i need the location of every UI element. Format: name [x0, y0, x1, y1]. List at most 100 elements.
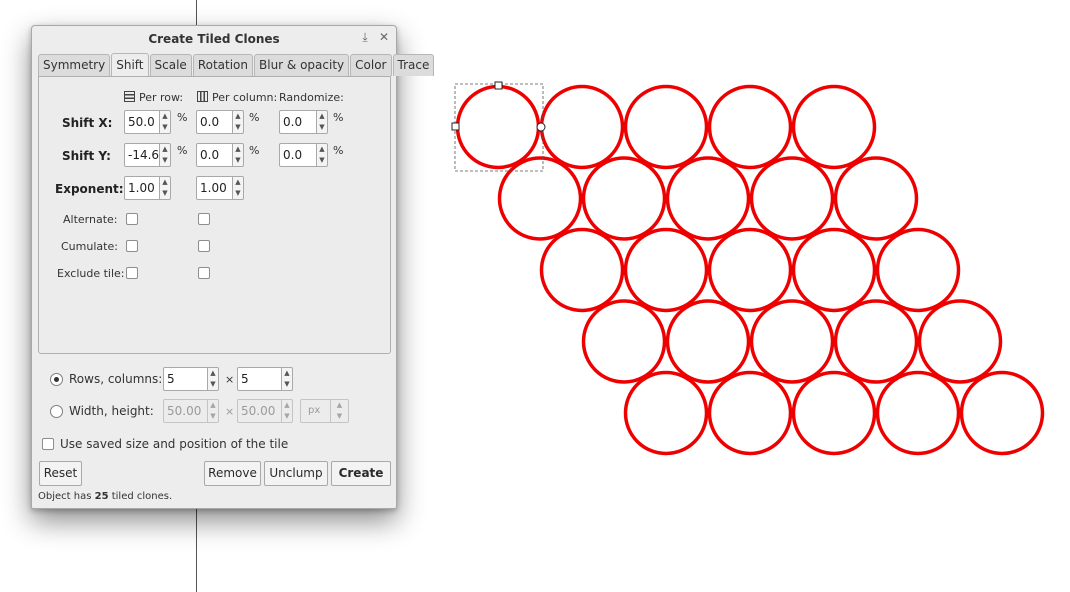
tab-color[interactable]: Color [350, 54, 392, 76]
tiled-clone-circle[interactable] [707, 370, 793, 456]
tab-rotation[interactable]: Rotation [192, 54, 253, 76]
spinner-arrows-icon[interactable]: ▲ ▼ [208, 367, 219, 391]
original-circle[interactable] [455, 84, 541, 170]
unclump-button[interactable]: Unclump [264, 461, 328, 486]
width-height-radio[interactable] [50, 405, 63, 418]
alternate-per-column-checkbox[interactable] [198, 213, 210, 225]
spinner-arrows-icon[interactable]: ▲ ▼ [282, 367, 293, 391]
shift-y-randomize-input[interactable]: 0.0 [279, 143, 317, 167]
tiled-clone-circle[interactable] [833, 156, 919, 241]
tab-bar: Symmetry Shift Scale Rotation Blur & opa… [38, 53, 435, 77]
tiled-clone-circle[interactable] [749, 299, 835, 384]
tiled-clone-circle[interactable] [875, 227, 961, 313]
shift-y-randomize-unit: % [333, 144, 344, 157]
tiled-clone-circle[interactable] [623, 370, 709, 456]
shift-y-per-column-input[interactable]: 0.0 [196, 143, 233, 167]
cumulate-per-row-checkbox[interactable] [126, 240, 138, 252]
alternate-label: Alternate: [63, 213, 118, 226]
spinner-arrows-icon[interactable]: ▲ ▼ [282, 399, 293, 423]
spinner-arrows-icon[interactable]: ▲ ▼ [233, 176, 244, 200]
tab-shift[interactable]: Shift [111, 53, 149, 77]
shift-x-randomize-unit: % [333, 111, 344, 124]
spinner-arrows-icon[interactable]: ▲ ▼ [317, 143, 328, 167]
width-input[interactable]: 50.00 [163, 399, 208, 423]
columns-icon [197, 91, 208, 102]
selection-handle-top[interactable] [494, 81, 503, 90]
spinner-arrows-icon[interactable]: ▲ ▼ [233, 110, 244, 134]
randomize-header: Randomize: [279, 91, 344, 104]
per-row-header: Per row: [124, 91, 183, 104]
dialog-titlebar[interactable]: Create Tiled Clones ⤓ ✕ [32, 26, 396, 52]
selection-handle-right[interactable] [536, 122, 546, 132]
unit-value[interactable]: px [300, 399, 331, 423]
times-sign: × [225, 405, 235, 418]
tiled-clone-circle[interactable] [623, 227, 709, 313]
tab-symmetry[interactable]: Symmetry [38, 54, 111, 76]
tiled-clone-circle[interactable] [539, 84, 625, 170]
selection-handle-left[interactable] [451, 122, 460, 131]
tiled-clone-circle[interactable] [707, 227, 793, 313]
tiled-clone-circle[interactable] [875, 370, 961, 456]
height-input[interactable]: 50.00 [237, 399, 282, 423]
spinner-arrows-icon[interactable]: ▲ ▼ [160, 176, 171, 200]
shift-x-per-column-input[interactable]: 0.0 [196, 110, 233, 134]
shift-y-per-row-unit: % [177, 144, 188, 157]
tiled-clone-circle[interactable] [791, 227, 877, 313]
shift-x-randomize-input[interactable]: 0.0 [279, 110, 317, 134]
shift-y-per-column-unit: % [249, 144, 260, 157]
create-button[interactable]: Create [331, 461, 391, 486]
tiled-clone-circle[interactable] [497, 156, 583, 241]
width-height-label: Width, height: [69, 404, 154, 418]
exponent-per-row-input[interactable]: 1.00 [124, 176, 160, 200]
per-column-label: Per column: [212, 91, 278, 104]
status-text: Object has 25 tiled clones. [38, 491, 172, 502]
exclude-tile-label: Exclude tile: [57, 267, 125, 280]
use-saved-checkbox[interactable] [42, 438, 54, 450]
spinner-arrows-icon[interactable]: ▲ ▼ [317, 110, 328, 134]
shift-x-label: Shift X: [62, 116, 113, 130]
spinner-arrows-icon[interactable]: ▲ ▼ [160, 143, 171, 167]
tiled-clone-circle[interactable] [749, 156, 835, 241]
spinner-arrows-icon[interactable]: ▲ ▼ [233, 143, 244, 167]
dock-icon[interactable]: ⤓ [357, 29, 373, 45]
tiled-clone-circle[interactable] [581, 299, 667, 384]
tab-scale[interactable]: Scale [149, 54, 192, 76]
columns-input[interactable]: 5 [237, 367, 282, 391]
cumulate-per-column-checkbox[interactable] [198, 240, 210, 252]
reset-button[interactable]: Reset [39, 461, 82, 486]
tab-blur-opacity[interactable]: Blur & opacity [254, 54, 350, 76]
exponent-per-column-input[interactable]: 1.00 [196, 176, 233, 200]
tiled-clone-circle[interactable] [791, 370, 877, 456]
alternate-per-row-checkbox[interactable] [126, 213, 138, 225]
tiled-clone-circle[interactable] [917, 299, 1003, 384]
tiled-clone-circle[interactable] [707, 84, 793, 170]
tiled-clone-circle[interactable] [959, 370, 1045, 456]
tiled-clone-circle[interactable] [623, 84, 709, 170]
shift-x-per-row-input[interactable]: 50.0 [124, 110, 160, 134]
tab-trace[interactable]: Trace [392, 54, 435, 76]
exclude-tile-per-column-checkbox[interactable] [198, 267, 210, 279]
tiled-clone-circle[interactable] [791, 84, 877, 170]
tiled-clone-circle[interactable] [539, 227, 625, 313]
tiled-clones-group[interactable] [455, 84, 1045, 456]
close-icon[interactable]: ✕ [376, 29, 392, 45]
tiled-clone-circle[interactable] [581, 156, 667, 241]
shift-y-per-row-input[interactable]: -14.6 [124, 143, 160, 167]
times-sign: × [225, 373, 235, 386]
create-tiled-clones-dialog: Create Tiled Clones ⤓ ✕ Symmetry Shift S… [31, 25, 435, 509]
rows-input[interactable]: 5 [163, 367, 208, 391]
dialog-title: Create Tiled Clones [148, 32, 280, 46]
tiled-clone-circle[interactable] [833, 299, 919, 384]
remove-button[interactable]: Remove [204, 461, 261, 486]
tiled-clone-circle[interactable] [665, 299, 751, 384]
rows-columns-radio[interactable] [50, 373, 63, 386]
tiled-clone-circle[interactable] [665, 156, 751, 241]
spinner-arrows-icon[interactable]: ▲ ▼ [160, 110, 171, 134]
exponent-label: Exponent: [55, 182, 124, 196]
spinner-arrows-icon[interactable]: ▲ ▼ [331, 399, 349, 423]
spinner-arrows-icon[interactable]: ▲ ▼ [208, 399, 219, 423]
exclude-tile-per-row-checkbox[interactable] [126, 267, 138, 279]
shift-y-label: Shift Y: [62, 149, 111, 163]
shift-panel: Per row: Per column: Randomize: Shift X:… [38, 76, 391, 354]
per-row-label: Per row: [139, 91, 184, 104]
